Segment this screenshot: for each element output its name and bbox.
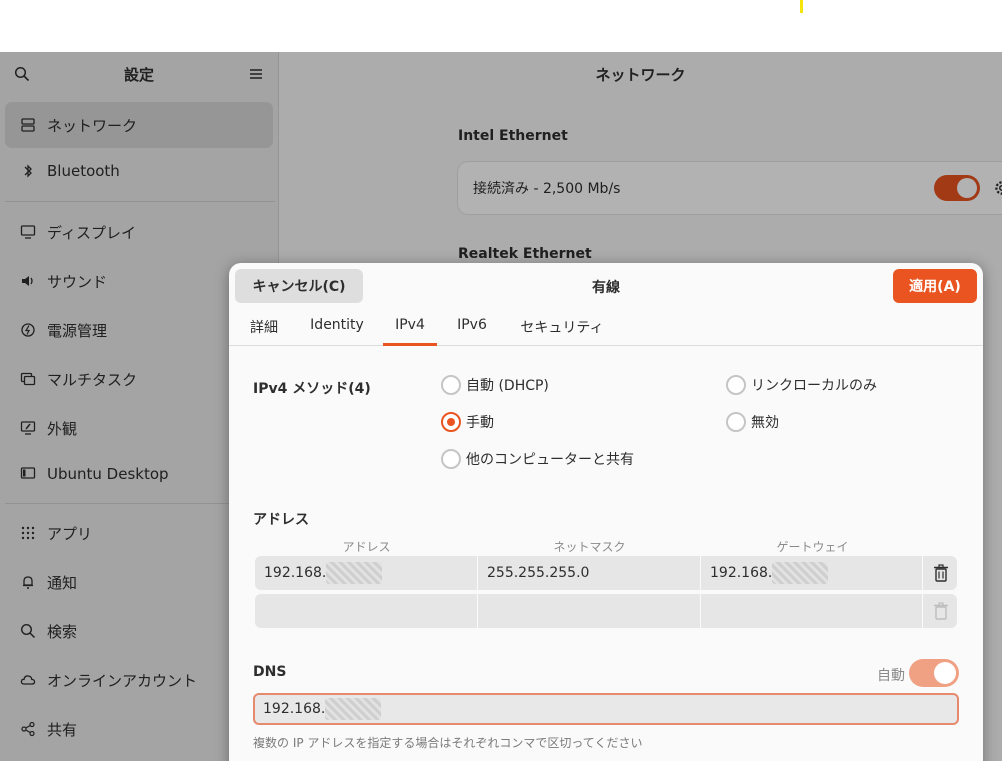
- wired-settings-dialog: キャンセル(C) 有線 適用(A) 詳細 Identity IPv4 IPv6 …: [229, 263, 983, 761]
- column-header-netmask: ネットマスク: [553, 540, 626, 554]
- radio-label: リンクローカルのみ: [751, 378, 877, 394]
- gateway-cell[interactable]: 192.168.: [701, 556, 923, 590]
- radio-button[interactable]: [441, 449, 461, 469]
- radio-label: 手動: [466, 415, 494, 431]
- trash-icon[interactable]: [933, 564, 949, 582]
- radio-shared[interactable]: 他のコンピューターと共有: [441, 449, 634, 469]
- radio-dhcp[interactable]: 自動 (DHCP): [441, 375, 549, 395]
- radio-link-local[interactable]: リンクローカルのみ: [726, 375, 877, 395]
- address-cell[interactable]: [255, 594, 478, 628]
- tab-identity[interactable]: Identity: [304, 317, 370, 346]
- dns-auto-label: 自動: [877, 668, 905, 684]
- radio-button[interactable]: [441, 375, 461, 395]
- tab-security[interactable]: セキュリティ: [513, 317, 611, 346]
- radio-manual[interactable]: 手動: [441, 412, 494, 432]
- netmask-cell[interactable]: 255.255.255.0: [478, 556, 701, 590]
- tab-ipv6[interactable]: IPv6: [451, 317, 493, 346]
- redacted-block: [772, 562, 829, 584]
- dialog-tabs: 詳細 Identity IPv4 IPv6 セキュリティ: [229, 309, 983, 346]
- radio-label: 無効: [751, 415, 779, 431]
- redacted-block: [326, 562, 383, 584]
- address-value: 192.168.: [264, 565, 327, 581]
- apply-button[interactable]: 適用(A): [893, 269, 977, 303]
- netmask-cell[interactable]: [478, 594, 701, 628]
- tab-details[interactable]: 詳細: [242, 317, 286, 346]
- column-header-gateway: ゲートウェイ: [776, 540, 849, 554]
- dns-auto-toggle[interactable]: [909, 659, 959, 687]
- trash-icon-disabled: [934, 602, 948, 620]
- gateway-value: 192.168.: [710, 565, 773, 581]
- column-header-address: アドレス: [342, 540, 391, 554]
- dns-label: DNS: [253, 664, 287, 680]
- radio-disabled[interactable]: 無効: [726, 412, 779, 432]
- dns-input[interactable]: 192.168.: [253, 693, 959, 725]
- tab-ipv4[interactable]: IPv4: [383, 317, 437, 346]
- netmask-value: 255.255.255.0: [487, 565, 590, 581]
- dns-hint: 複数の IP アドレスを指定する場合はそれぞれコンマで区切ってください: [253, 736, 643, 750]
- radio-button[interactable]: [726, 375, 746, 395]
- dialog-title: 有線: [592, 280, 620, 296]
- redacted-block: [325, 698, 382, 720]
- yellow-marker: [800, 0, 803, 13]
- ipv4-method-label: IPv4 メソッド(4): [253, 381, 371, 397]
- top-bar: [0, 0, 1002, 52]
- address-row: 192.168. 255.255.255.0 192.168.: [255, 556, 957, 590]
- address-row-empty: [255, 594, 957, 628]
- radio-label: 自動 (DHCP): [466, 378, 549, 394]
- radio-label: 他のコンピューターと共有: [466, 452, 634, 468]
- dialog-header: キャンセル(C) 有線 適用(A): [229, 263, 983, 309]
- address-section-label: アドレス: [253, 512, 309, 528]
- radio-button[interactable]: [726, 412, 746, 432]
- gateway-cell[interactable]: [701, 594, 923, 628]
- dns-value: 192.168.: [263, 701, 326, 717]
- radio-button-selected[interactable]: [441, 412, 461, 432]
- address-cell[interactable]: 192.168.: [255, 556, 478, 590]
